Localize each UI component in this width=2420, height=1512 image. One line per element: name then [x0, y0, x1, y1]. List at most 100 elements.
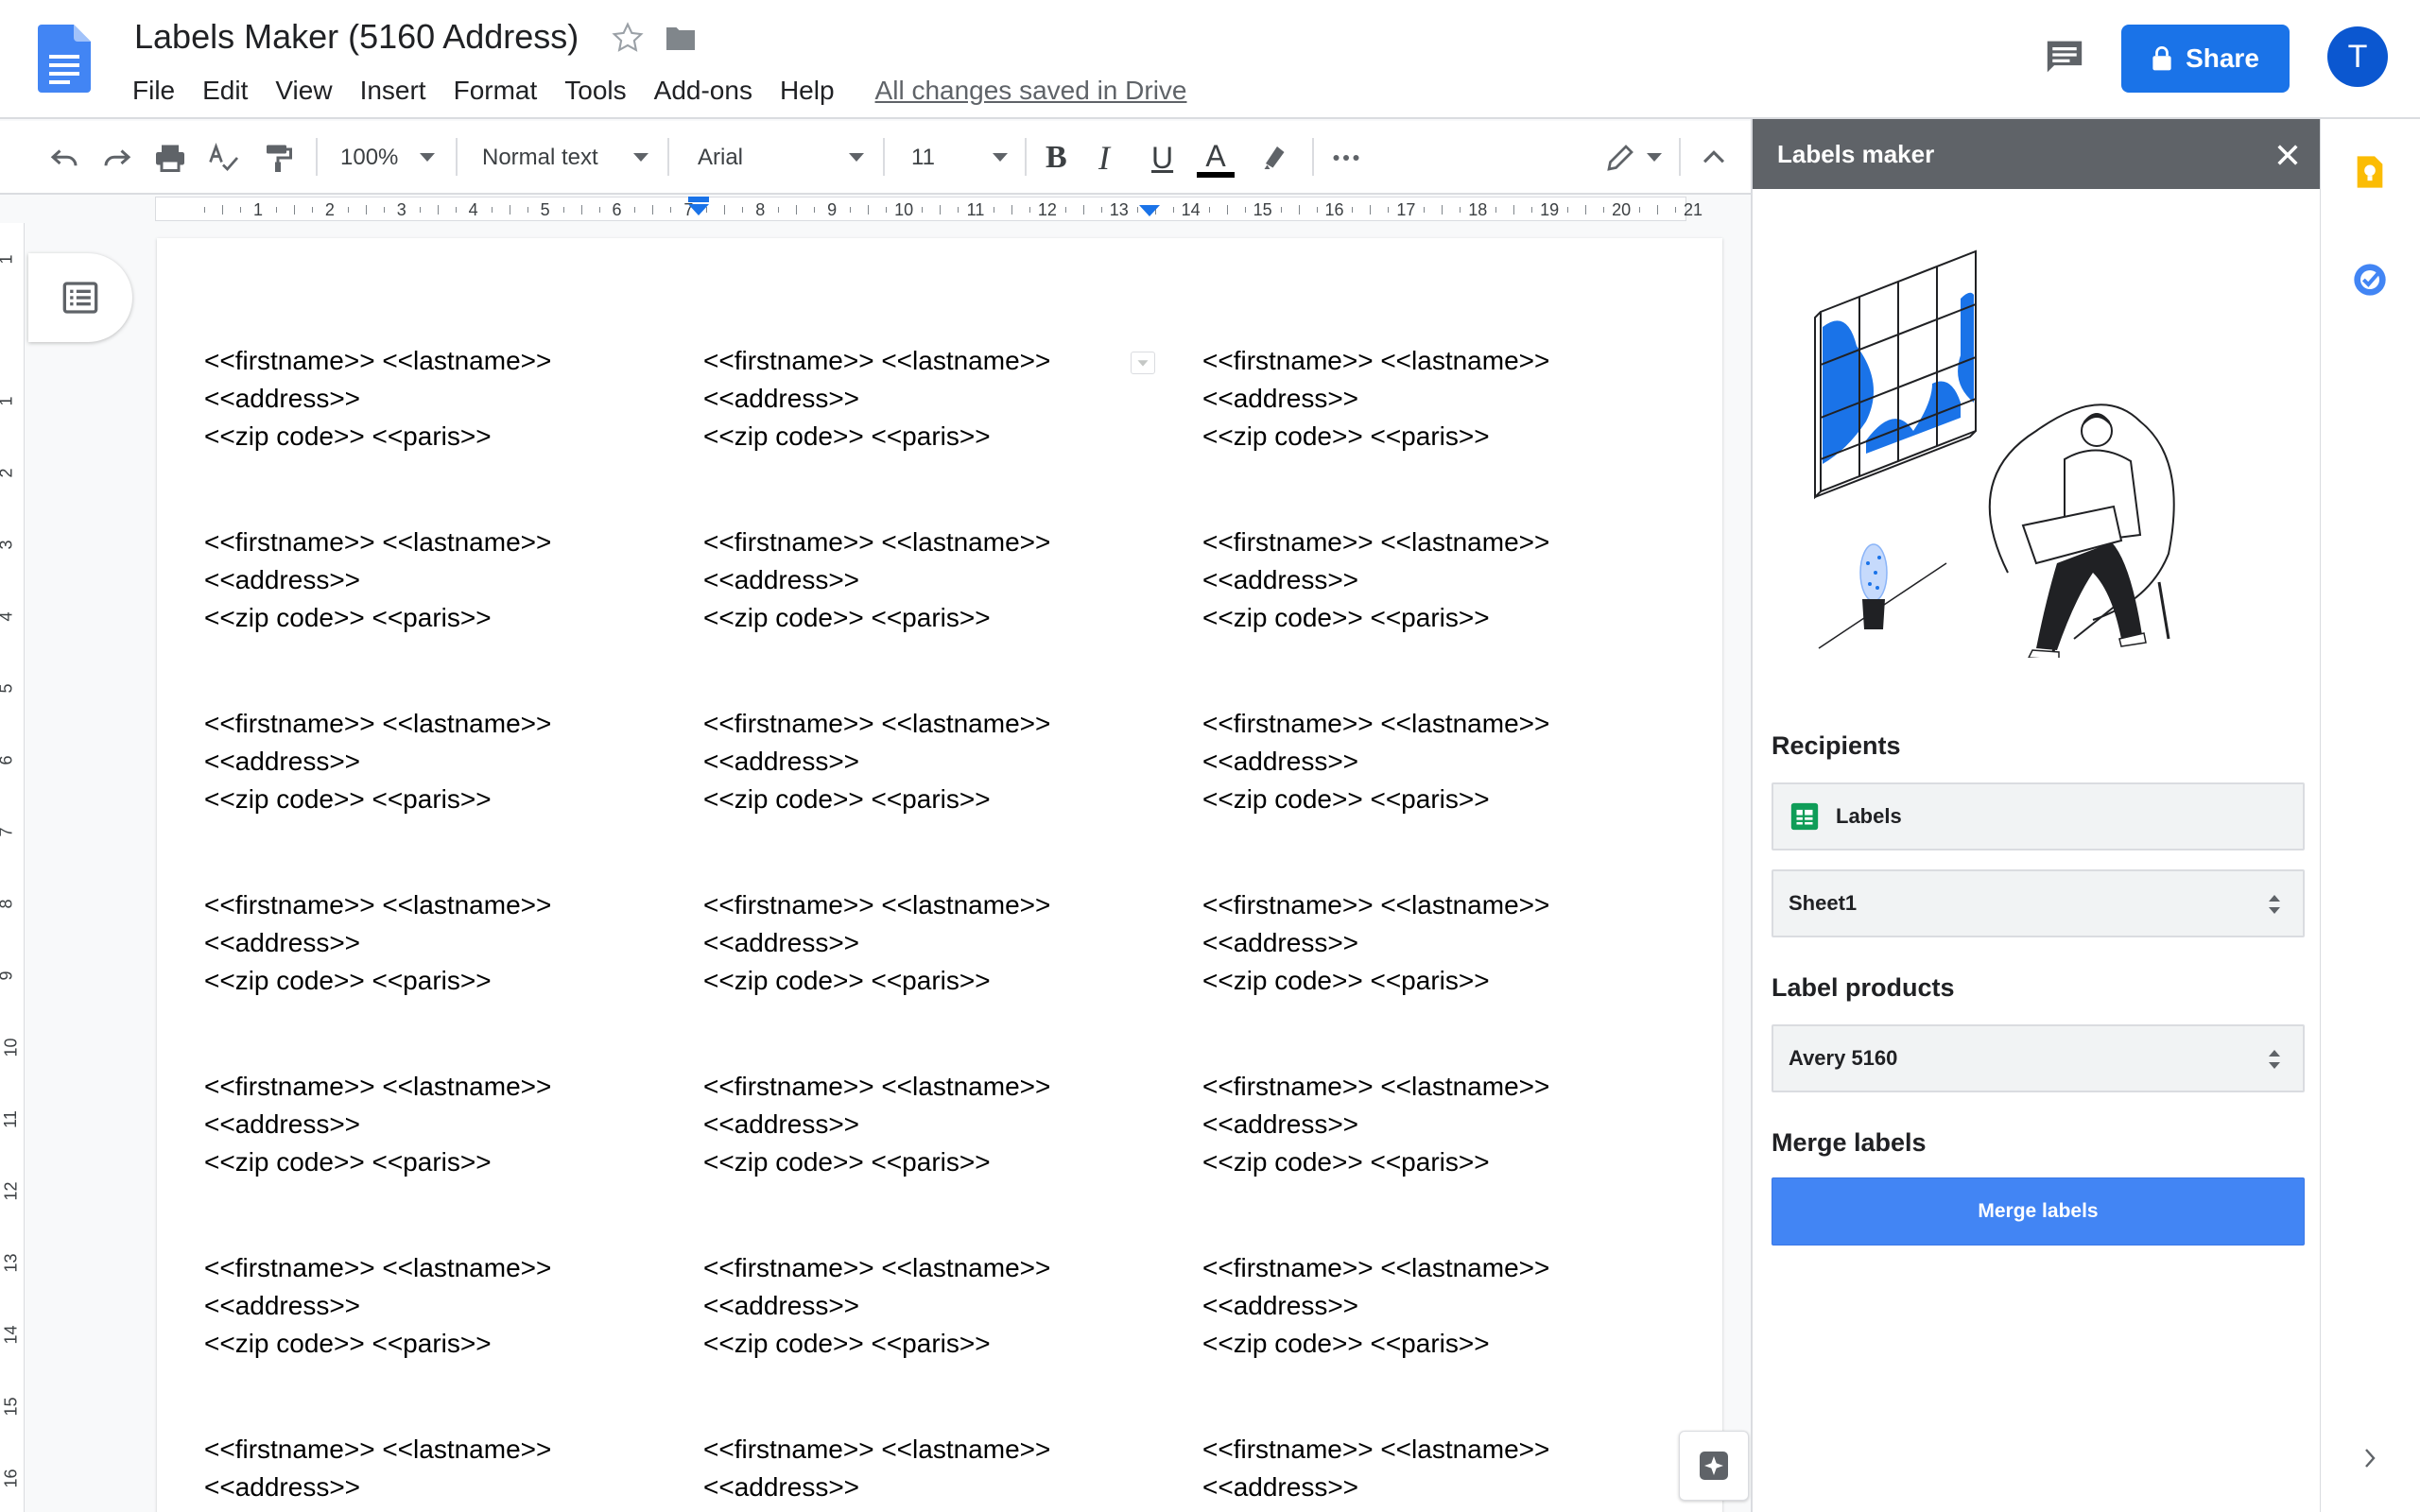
highlight-color-icon[interactable] — [1257, 121, 1291, 195]
label-cell[interactable]: <<firstname>> <<lastname>> <<address>> <<z… — [204, 886, 551, 1000]
text-color-swatch — [1197, 171, 1235, 178]
label-cell[interactable]: <<firstname>> <<lastname>> <<address>> <<z… — [703, 705, 1050, 818]
merge-labels-button[interactable]: Merge labels — [1772, 1177, 2305, 1246]
formatting-toolbar: 100% Normal text Arial 11 B I U A — [0, 121, 1751, 195]
bold-button[interactable]: B — [1046, 121, 1067, 195]
spreadsheet-picker[interactable]: Labels — [1772, 782, 2305, 850]
vertical-ruler-number: 1 — [0, 396, 17, 405]
document-title[interactable]: Labels Maker (5160 Address) — [134, 17, 579, 57]
menu-edit[interactable]: Edit — [202, 76, 248, 106]
vertical-ruler-number: 8 — [0, 899, 17, 908]
label-cell[interactable]: <<firstname>> <<lastname>> <<address>> <<z… — [204, 705, 551, 818]
ruler-tick — [958, 207, 959, 213]
label-line2: <<address>> — [1202, 1109, 1359, 1139]
label-cell[interactable]: <<firstname>> <<lastname>> <<address>> <<z… — [1202, 1068, 1549, 1181]
menu-format[interactable]: Format — [454, 76, 538, 106]
right-indent-marker-icon[interactable] — [1138, 204, 1161, 217]
label-cell[interactable]: <<firstname>> <<lastname>> <<address>> <<z… — [703, 342, 1050, 455]
label-line1: <<firstname>> <<lastname>> — [1202, 1253, 1550, 1282]
ruler-tick — [1424, 207, 1426, 213]
sheet-select-value: Sheet1 — [1789, 891, 1858, 915]
document-outline-button[interactable] — [28, 253, 132, 342]
menu-file[interactable]: File — [132, 76, 175, 106]
text-color-button[interactable]: A — [1197, 121, 1235, 195]
font-size-dropdown[interactable]: 11 — [911, 121, 935, 195]
label-line1: <<firstname>> <<lastname>> — [703, 527, 1051, 557]
undo-icon[interactable] — [47, 121, 81, 195]
label-cell[interactable]: <<firstname>> <<lastname>> <<address>> <<z… — [1202, 705, 1549, 818]
menu-view[interactable]: View — [275, 76, 332, 106]
label-line2: <<address>> — [1202, 565, 1359, 594]
more-options-icon[interactable] — [1329, 121, 1363, 195]
ruler-tick — [1495, 207, 1497, 213]
expand-panel-chevron-right-icon[interactable] — [2359, 1444, 2381, 1472]
share-button[interactable]: Share — [2121, 25, 2290, 93]
italic-button[interactable]: I — [1098, 121, 1110, 195]
save-status-link[interactable]: All changes saved in Drive — [875, 76, 1187, 106]
zoom-dropdown[interactable]: 100% — [340, 121, 398, 195]
vertical-ruler[interactable]: 112345678910111213141516 — [0, 223, 25, 1512]
document-canvas: <<firstname>> <<lastname>> <<address>> <<z… — [25, 223, 1751, 1512]
menu-help[interactable]: Help — [780, 76, 835, 106]
ruler-tick — [1352, 207, 1354, 213]
account-avatar[interactable]: T — [2327, 26, 2388, 87]
horizontal-ruler[interactable]: 1 2 3 4 5 6 7 8 9 10 11 12 13 14 15 16 17 18 19 20 21 — [0, 195, 1751, 223]
google-tasks-icon[interactable] — [2351, 261, 2389, 299]
vertical-ruler-number: 10 — [1, 1038, 21, 1057]
label-cell[interactable]: <<firstname>> <<lastname>> <<address>> <<z… — [703, 886, 1050, 1000]
text-color-letter: A — [1205, 138, 1226, 173]
recipients-heading: Recipients — [1772, 731, 1901, 760]
collapse-menus-chevron-up-icon[interactable] — [1698, 121, 1730, 195]
close-icon[interactable] — [2274, 142, 2301, 168]
label-cell[interactable]: <<firstname>> <<lastname>> <<address>> <<z… — [204, 1249, 551, 1363]
menu-tools[interactable]: Tools — [564, 76, 626, 106]
label-cell[interactable]: <<firstname>> <<lastname>> <<address>> <<z… — [703, 1431, 1050, 1512]
label-cell[interactable]: <<firstname>> <<lastname>> <<address>> <<z… — [703, 1068, 1050, 1181]
label-line2: <<address>> — [703, 1109, 860, 1139]
label-cell[interactable]: <<firstname>> <<lastname>> <<address>> <<z… — [1202, 342, 1549, 455]
label-cell[interactable]: <<firstname>> <<lastname>> <<address>> <<z… — [204, 1431, 551, 1512]
table-cell-chevron-down-icon[interactable] — [1131, 352, 1155, 374]
star-icon[interactable] — [611, 21, 645, 55]
ruler-tick — [1442, 205, 1443, 215]
paint-format-icon[interactable] — [261, 121, 295, 195]
label-cell[interactable]: <<firstname>> <<lastname>> <<address>> <<z… — [1202, 1431, 1549, 1512]
ruler-number: 9 — [827, 200, 838, 219]
lock-icon — [2152, 46, 2171, 71]
ruler-tick — [1585, 205, 1587, 215]
vertical-ruler-number: 14 — [1, 1325, 21, 1345]
paragraph-style-dropdown[interactable]: Normal text — [482, 121, 598, 195]
underline-button[interactable]: U — [1151, 121, 1173, 195]
google-keep-icon[interactable] — [2351, 153, 2389, 191]
label-cell[interactable]: <<firstname>> <<lastname>> <<address>> <<z… — [1202, 886, 1549, 1000]
document-page[interactable]: <<firstname>> <<lastname>> <<address>> <<z… — [157, 238, 1722, 1512]
label-cell[interactable]: <<firstname>> <<lastname>> <<address>> <<z… — [703, 524, 1050, 637]
comments-icon[interactable] — [2044, 38, 2085, 76]
explore-sparkle-icon — [1700, 1452, 1728, 1480]
label-cell[interactable]: <<firstname>> <<lastname>> <<address>> <<z… — [1202, 524, 1549, 637]
folder-icon[interactable] — [664, 25, 698, 53]
google-docs-logo-icon[interactable] — [38, 25, 91, 93]
print-icon[interactable] — [153, 121, 187, 195]
explore-assistant-button[interactable] — [1679, 1431, 1749, 1501]
vertical-ruler-number: 3 — [0, 540, 17, 549]
editing-mode-pencil-icon[interactable] — [1603, 121, 1637, 195]
label-line2: <<address>> — [1202, 1472, 1359, 1502]
label-cell[interactable]: <<firstname>> <<lastname>> <<address>> <<z… — [204, 342, 551, 455]
menu-addons[interactable]: Add-ons — [654, 76, 752, 106]
vertical-ruler-number: 5 — [0, 683, 17, 693]
label-cell[interactable]: <<firstname>> <<lastname>> <<address>> <<z… — [204, 1068, 551, 1181]
menu-insert[interactable]: Insert — [360, 76, 426, 106]
label-cell[interactable]: <<firstname>> <<lastname>> <<address>> <<z… — [204, 524, 551, 637]
label-cell[interactable]: <<firstname>> <<lastname>> <<address>> <<z… — [703, 1249, 1050, 1363]
label-product-select[interactable]: Avery 5160 — [1772, 1024, 2305, 1092]
redo-icon[interactable] — [100, 121, 134, 195]
label-cell[interactable]: <<firstname>> <<lastname>> <<address>> <<z… — [1202, 1249, 1549, 1363]
spellcheck-icon[interactable] — [206, 121, 240, 195]
label-line2: <<address>> — [1202, 1291, 1359, 1320]
font-size-chevron-down-icon — [993, 153, 1008, 162]
sheet-select[interactable]: Sheet1 — [1772, 869, 2305, 937]
left-indent-marker-icon[interactable] — [686, 197, 711, 217]
font-dropdown[interactable]: Arial — [698, 121, 743, 195]
toolbar-divider — [1679, 138, 1681, 176]
